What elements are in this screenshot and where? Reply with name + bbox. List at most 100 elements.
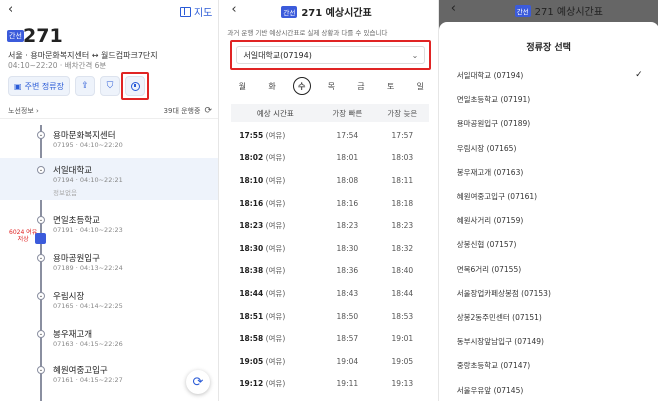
stop-name: 우림시장 <box>53 292 85 302</box>
expected-time-cell: 18:02 (여유) <box>231 152 319 163</box>
stop-option[interactable]: 상봉2동주민센터 (07151) <box>457 312 647 323</box>
expected-time-cell: 18:23 (여유) <box>231 220 319 231</box>
timetable-header: 간선 271 예상시간표 <box>281 4 372 19</box>
stop-option[interactable]: 중랑초등학교 (07147) <box>457 360 647 371</box>
stop-picker-panel: ‹ 간선 271 예상시간표 정류장 선택 서일대학교 (07194) ✓ 면일초등… <box>438 0 658 401</box>
fastest-time: 18:30 <box>336 243 359 253</box>
table-row: 18:16 (여유) 18:16 18:18 <box>231 192 429 215</box>
stop-option[interactable]: 서울우유앞 (07145) <box>457 385 647 396</box>
stop-option-label: 동부시장앞남입구 (07149) <box>456 337 544 347</box>
map-button[interactable]: 지도 <box>179 4 213 19</box>
crowd-status: (여유) <box>265 221 286 231</box>
share-icon: ⇪ <box>81 81 89 91</box>
chevron-down-icon: ⌄ <box>411 50 419 60</box>
expected-time: 17:55 <box>239 130 264 140</box>
fastest-time: 18:08 <box>336 175 359 185</box>
day-tab[interactable]: 목 <box>322 77 340 95</box>
stop-option[interactable]: 혜원사거리 (07159) <box>457 215 647 226</box>
stop-select-dropdown[interactable]: 서일대학교(07194) ⌄ <box>236 46 426 64</box>
stop-sub: 07163 · 04:15~22:26 <box>53 340 123 348</box>
nearby-stops-button[interactable]: ▣ 주변 정류장 <box>8 76 70 96</box>
highlight-box <box>121 72 149 100</box>
expected-time: 19:12 <box>239 379 264 389</box>
bus-position-label: 6024 여유 저상 <box>9 229 38 243</box>
bookmark-button[interactable]: ⛉ <box>100 76 120 96</box>
expected-time: 18:44 <box>239 288 264 298</box>
stop-dot-icon: ⌄ <box>37 131 45 139</box>
expected-time: 18:30 <box>239 243 264 253</box>
table-row: 18:44 (여유) 18:43 18:44 <box>231 282 429 305</box>
refresh-icon[interactable]: ⟳ <box>204 106 212 116</box>
stop-option-label: 면목6거리 (07155) <box>456 264 522 274</box>
stop-option[interactable]: 서일대학교 (07194) ✓ <box>457 70 647 81</box>
table-row: 19:12 (여유) 19:11 19:13 <box>231 373 429 396</box>
table-row: 18:51 (여유) 18:50 18:53 <box>231 305 429 328</box>
stop-option[interactable]: 봉우재고개 (07163) <box>457 167 647 178</box>
timetable-note: 과거 운행 기반 예상시간표로 실제 상황과 다를 수 있습니다 <box>227 29 388 37</box>
stop-option[interactable]: 상봉신협 (07157) <box>457 239 647 250</box>
latest-time: 19:05 <box>391 356 414 366</box>
nearby-stops-label: 주변 정류장 <box>24 81 64 91</box>
stop-item[interactable]: ⌄ 우림시장 07165 · 04:14~22:25 <box>0 286 218 316</box>
route-info-link[interactable]: 노선정보 › <box>8 106 39 116</box>
stop-item[interactable]: ⌄ 용마공원입구 07189 · 04:13~22:24 <box>0 248 218 278</box>
back-icon[interactable]: ‹ <box>8 2 13 17</box>
stop-option-label: 혜원여중고입구 (07161) <box>456 192 538 201</box>
stop-option-label: 서일대학교 (07194) <box>456 71 524 80</box>
stop-option[interactable]: 면목6거리 (07155) <box>457 264 647 275</box>
route-type-badge: 간선 <box>514 4 531 17</box>
bus-position-icon[interactable] <box>35 233 46 244</box>
expected-time: 18:10 <box>239 175 264 185</box>
crowd-status: (여유) <box>265 266 286 276</box>
timetable-title: 271 예상시간표 <box>301 8 372 19</box>
stop-option[interactable]: 서울장업카페상봉점 (07153) <box>457 288 647 299</box>
crowd-status: (여유) <box>265 379 286 389</box>
fastest-time: 18:23 <box>336 221 359 231</box>
stop-sub: 07194 · 04:10~22:21 <box>53 176 123 184</box>
timetable-header: 간선 271 예상시간표 <box>514 3 603 18</box>
stop-option[interactable]: 용마공원입구 (07189) <box>457 118 647 129</box>
stop-option-label: 상봉2동주민센터 (07151) <box>456 313 542 322</box>
latest-time: 19:13 <box>391 379 414 389</box>
expected-time-cell: 18:58 (여유) <box>231 333 319 344</box>
check-icon: ✓ <box>635 70 643 80</box>
day-tab-selected[interactable]: 수 <box>292 77 311 95</box>
route-type-badge: 간선 <box>7 30 24 42</box>
day-tab[interactable]: 금 <box>352 77 370 95</box>
table-row: 18:02 (여유) 18:01 18:03 <box>231 147 429 170</box>
expected-time-cell: 18:16 (여유) <box>231 198 319 209</box>
stop-option[interactable]: 우림시장 (07165) <box>457 143 647 154</box>
expected-time: 18:16 <box>239 198 264 208</box>
refresh-button[interactable]: ⟳ <box>186 370 210 394</box>
fastest-time: 18:16 <box>336 198 359 208</box>
expected-time-cell: 18:51 (여유) <box>231 311 319 322</box>
share-button[interactable]: ⇪ <box>75 76 95 96</box>
route-type-badge: 간선 <box>281 5 298 18</box>
route-info-row: 노선정보 › 39대 운행중 ⟳ <box>8 106 212 116</box>
crowd-status: (여유) <box>265 130 286 140</box>
stop-option-label: 혜원사거리 (07159) <box>456 216 524 226</box>
map-label: 지도 <box>193 8 213 19</box>
fastest-time: 19:11 <box>336 379 359 389</box>
stop-name: 면일초등학교 <box>53 216 100 226</box>
stop-item[interactable]: ⌄ 봉우재고개 07163 · 04:15~22:26 <box>0 324 218 354</box>
stop-dot-icon: ⌄ <box>37 366 45 374</box>
day-tab[interactable]: 일 <box>411 77 429 95</box>
day-tab[interactable]: 화 <box>263 77 281 95</box>
latest-time: 18:18 <box>391 198 414 208</box>
table-row: 17:55 (여유) 17:54 17:57 <box>231 124 429 147</box>
expected-time: 19:05 <box>239 356 264 366</box>
stop-option[interactable]: 면일초등학교 (07191) <box>457 94 647 105</box>
stop-option[interactable]: 동부시장앞남입구 (07149) <box>457 336 647 347</box>
stop-dot-icon: ⌄ <box>37 254 45 262</box>
stop-option[interactable]: 혜원여중고입구 (07161) <box>457 191 647 202</box>
day-tab[interactable]: 월 <box>233 77 251 95</box>
route-operating-time: 04:10~22:20 · 배차간격 6분 <box>8 61 107 70</box>
expected-time-cell: 18:30 (여유) <box>231 243 319 254</box>
stop-item[interactable]: ⌄ 서일대학교 07194 · 04:10~22:21 정보없음 <box>0 158 219 200</box>
route-number: 271 <box>23 25 63 47</box>
stop-item[interactable]: ⌄ 용마문화복지센터 07195 · 04:10~22:20 <box>0 125 218 155</box>
day-tab[interactable]: 토 <box>382 77 400 95</box>
back-icon[interactable]: ‹ <box>231 2 236 17</box>
latest-time: 17:57 <box>391 130 414 140</box>
